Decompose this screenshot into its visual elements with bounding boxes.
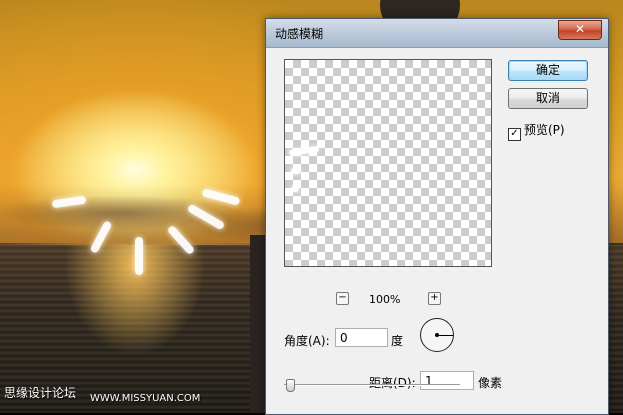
preview-checkbox-label: 预览(P)	[524, 123, 565, 137]
angle-label: 角度(A):	[284, 334, 330, 348]
angle-dial[interactable]	[420, 318, 454, 352]
dialog-body: − 100% + 确定 取消 ✓ 预览(P) 角度(A): 0 度 距离(D): …	[273, 48, 601, 414]
distance-slider-track[interactable]	[284, 384, 460, 386]
close-icon: ✕	[574, 22, 586, 36]
distance-label: 距离(D):	[369, 376, 416, 390]
dialog-title: 动感模糊	[275, 27, 324, 41]
distance-input[interactable]: 1	[420, 371, 474, 390]
angle-unit: 度	[391, 334, 404, 348]
distance-slider-thumb[interactable]	[286, 379, 295, 392]
preview-checkbox[interactable]: ✓	[508, 128, 521, 141]
watermark-right: WWW.MISSYUAN.COM	[90, 393, 201, 404]
preview-light-streak	[288, 145, 320, 157]
zoom-in-button[interactable]: +	[428, 292, 441, 305]
watermark-left: 思缘设计论坛	[4, 386, 77, 400]
ok-button[interactable]: 确定	[508, 60, 588, 81]
preview-canvas[interactable]	[284, 59, 492, 267]
motion-blur-dialog: 动感模糊 ✕ − 100% + 确定 取消 ✓预览(P) 角度(A): 0 度	[265, 18, 609, 415]
zoom-out-button[interactable]: −	[336, 292, 349, 305]
plus-icon: +	[430, 292, 439, 303]
angle-input[interactable]: 0	[335, 328, 388, 347]
close-button[interactable]: ✕	[558, 20, 602, 40]
dialog-titlebar[interactable]: 动感模糊 ✕	[266, 19, 608, 48]
minus-icon: −	[338, 292, 347, 303]
light-ray	[135, 237, 143, 275]
preview-light-streak	[291, 168, 301, 174]
angle-dial-center	[435, 333, 439, 337]
preview-light-streak	[291, 186, 299, 192]
zoom-level: 100%	[369, 293, 401, 306]
cancel-button[interactable]: 取消	[508, 88, 588, 109]
angle-dial-indicator	[437, 335, 453, 336]
preview-checkbox-row[interactable]: ✓ 预览(P)	[508, 121, 565, 141]
distance-unit: 像素	[478, 376, 503, 390]
